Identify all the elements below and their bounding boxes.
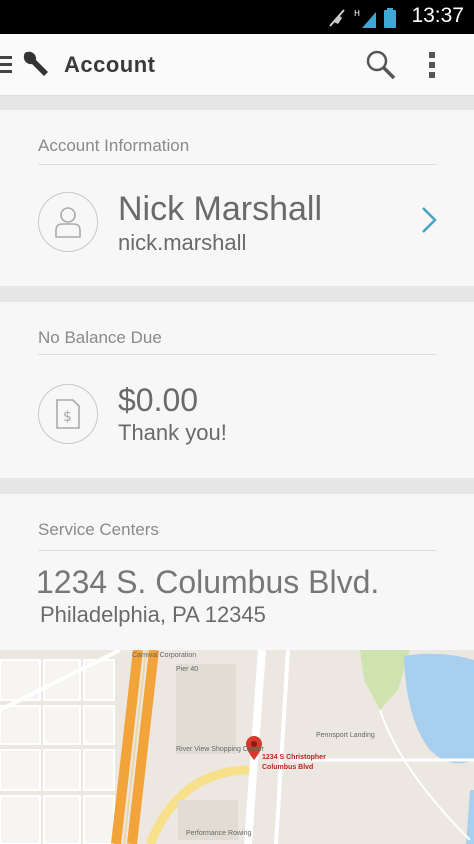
map-view[interactable]: 1234 S Christopher Columbus Blvd Carniva…	[0, 650, 474, 844]
no-sim-icon	[329, 9, 345, 27]
pin-label-line2: Columbus Blvd	[262, 764, 314, 771]
drawer-menu-icon[interactable]	[0, 54, 14, 76]
status-bar: H 13:37	[0, 0, 474, 34]
status-time: 13:37	[411, 4, 464, 27]
bill-circle: $	[38, 384, 98, 444]
account-username: nick.marshall	[118, 230, 247, 255]
map-place-label: River View Shopping Center	[176, 746, 264, 753]
service-centers-card[interactable]: Service Centers 1234 S. Columbus Blvd. P…	[0, 494, 474, 650]
bill-icon: $	[56, 399, 80, 429]
action-bar: Account	[0, 34, 474, 96]
balance-amount: $0.00	[118, 382, 199, 418]
user-icon	[55, 207, 81, 238]
divider	[38, 354, 436, 355]
chevron-right-icon[interactable]	[420, 206, 438, 234]
balance-message: Thank you!	[118, 420, 227, 445]
search-icon[interactable]	[364, 48, 398, 82]
page-title: Account	[64, 52, 156, 77]
signal-icon: H	[354, 9, 376, 28]
map-place-label: Pennsport Landing	[316, 732, 375, 739]
battery-icon	[384, 8, 396, 28]
svg-text:$: $	[63, 409, 72, 425]
account-info-label: Account Information	[38, 136, 190, 155]
overflow-menu-icon[interactable]	[426, 50, 438, 80]
divider	[38, 550, 436, 551]
service-center-city: Philadelphia, PA 12345	[40, 602, 266, 627]
map-place-label: Pier 40	[176, 666, 199, 673]
account-name: Nick Marshall	[118, 190, 323, 228]
divider	[38, 164, 436, 165]
avatar	[38, 192, 98, 252]
service-center-street: 1234 S. Columbus Blvd.	[36, 564, 380, 600]
balance-card: No Balance Due $ $0.00 Thank you!	[0, 302, 474, 478]
pin-label-line1: 1234 S Christopher	[262, 754, 326, 761]
service-centers-label: Service Centers	[38, 520, 159, 539]
svg-text:H: H	[354, 9, 360, 18]
account-info-card[interactable]: Account Information Nick Marshall nick.m…	[0, 110, 474, 286]
wrench-icon[interactable]	[20, 48, 50, 78]
status-icons: H	[328, 6, 396, 28]
balance-label: No Balance Due	[38, 328, 162, 347]
map-place-label: Performance Rowing	[186, 830, 252, 837]
map-place-label: Carnival Corporation	[132, 652, 197, 659]
